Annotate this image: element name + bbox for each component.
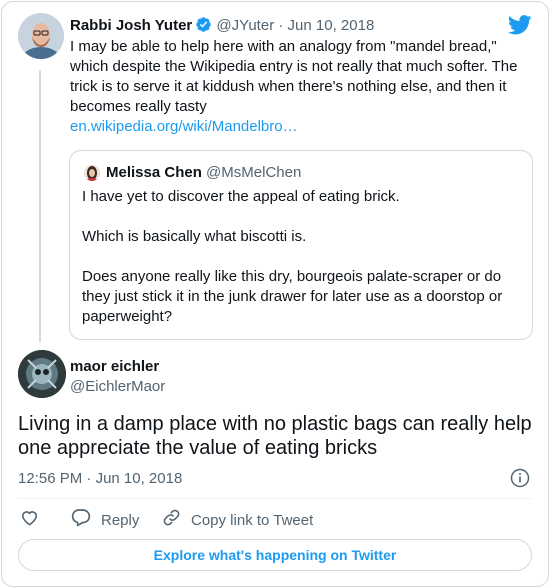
heart-icon (20, 508, 49, 532)
quoted-paragraph: Does anyone really like this dry, bourge… (82, 268, 503, 325)
quoted-tweet[interactable]: Melissa Chen @MsMelChen I have yet to di… (69, 150, 533, 340)
reply-tweet-text: Living in a damp place with no plastic b… (18, 413, 532, 459)
info-icon[interactable] (510, 468, 530, 493)
quoted-paragraph: I have yet to discover the appeal of eat… (82, 188, 400, 205)
wikipedia-link[interactable]: en.wikipedia.org/wiki/Mandelbro… (70, 118, 298, 135)
thread-connector-line (39, 70, 41, 342)
reply-author-handle[interactable]: @EichlerMaor (70, 377, 165, 397)
tweet-date[interactable]: Jun 10, 2018 (288, 17, 375, 34)
tweet-text: I may be able to help here with an analo… (70, 37, 532, 137)
tweet-body: I may be able to help here with an analo… (70, 38, 518, 115)
explore-twitter-button[interactable]: Explore what's happening on Twitter (18, 539, 532, 571)
quoted-tweet-text: I have yet to discover the appeal of eat… (82, 187, 522, 327)
separator-dot: · (278, 17, 284, 34)
quoted-tweet-header: Melissa Chen @MsMelChen (106, 163, 301, 183)
avatar-melissa-chen (84, 165, 100, 181)
author-handle[interactable]: @JYuter (216, 17, 274, 34)
separator-dot: · (86, 470, 92, 487)
tweet-timestamp[interactable]: 12:56 PM · Jun 10, 2018 (18, 469, 182, 489)
divider (18, 498, 532, 499)
tweet-header: Rabbi Josh Yuter @JYuter · Jun 10, 2018 (70, 16, 374, 39)
reply-label: Reply (101, 511, 140, 529)
reply-date[interactable]: Jun 10, 2018 (96, 470, 183, 487)
quoted-author-name: Melissa Chen (106, 164, 202, 181)
verified-badge-icon (195, 16, 212, 39)
reply-icon (71, 508, 101, 533)
reply-button[interactable]: Reply (71, 508, 139, 533)
copy-link-label: Copy link to Tweet (191, 511, 314, 529)
reply-time[interactable]: 12:56 PM (18, 470, 82, 487)
reply-author-name[interactable]: maor eichler (70, 357, 159, 377)
avatar-josh-yuter[interactable] (18, 13, 64, 59)
avatar-maor-eichler[interactable] (18, 350, 66, 398)
author-name[interactable]: Rabbi Josh Yuter (70, 17, 192, 34)
quoted-paragraph: Which is basically what biscotti is. (82, 228, 307, 245)
like-button[interactable] (20, 508, 49, 532)
copy-link-button[interactable]: Copy link to Tweet (162, 508, 313, 533)
quoted-author-handle: @MsMelChen (206, 164, 302, 181)
link-icon (162, 508, 191, 533)
